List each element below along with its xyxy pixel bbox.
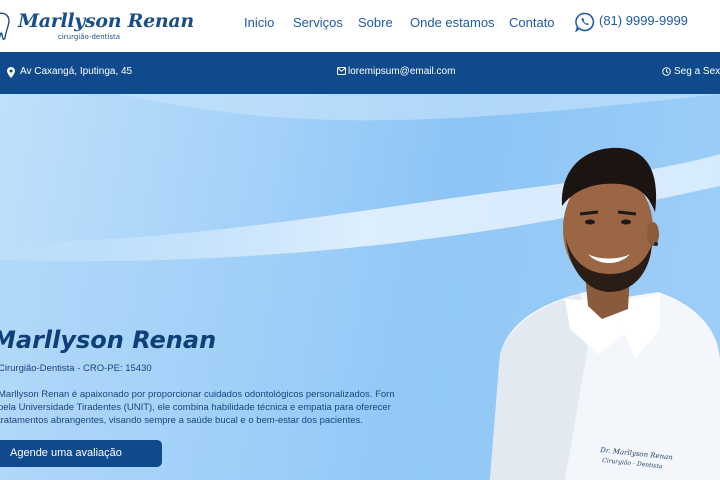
nav-item-contato[interactable]: Contato [509, 15, 555, 30]
hero-section: Marllyson Renan Cirurgião-Dentista - CRO… [0, 94, 720, 480]
info-bar: Av Caxangá, Iputinga, 45 loremipsum@emai… [0, 52, 720, 94]
whatsapp-icon [575, 12, 595, 32]
email-text: loremipsum@email.com [348, 66, 456, 77]
schedule-button-label: Agende uma avaliação [10, 447, 122, 459]
nav-item-servicos[interactable]: Serviços [293, 15, 343, 30]
nav-item-sobre[interactable]: Sobre [358, 15, 393, 30]
hero-title: Marllyson Renan [0, 326, 217, 354]
description-line: Marllyson Renan é apaixonado por proporc… [0, 389, 394, 400]
tooth-icon [0, 12, 10, 41]
clock-icon [662, 67, 671, 76]
site-header: Marllyson Renan cirurgião-dentista Inici… [0, 0, 720, 52]
description-line: tratamentos abrangentes, visando sempre … [0, 415, 363, 426]
nav-item-onde-estamos[interactable]: Onde estamos [410, 15, 495, 30]
mail-icon [337, 67, 346, 75]
phone-contact[interactable]: (81) 9999-9999 [575, 12, 720, 34]
description-line: pela Universidade Tiradentes (UNIT), ele… [0, 402, 391, 413]
address-text: Av Caxangá, Iputinga, 45 [20, 66, 133, 77]
logo-subtitle: cirurgião-dentista [58, 33, 121, 41]
phone-number: (81) 9999-9999 [599, 13, 688, 28]
logo[interactable]: Marllyson Renan cirurgião-dentista [0, 6, 194, 46]
schedule-button[interactable]: Agende uma avaliação [0, 440, 162, 467]
hours-text: Seg a Sexta [674, 66, 720, 77]
location-pin-icon [7, 67, 15, 78]
dentist-photo: Dr. Marllyson Renan Cirurgião - Dentista [490, 147, 720, 480]
hero-subtitle: Cirurgião-Dentista - CRO-PE: 15430 [0, 363, 152, 374]
nav-item-inicio[interactable]: Inicio [244, 15, 274, 30]
hero-description: Marllyson Renan é apaixonado por proporc… [0, 388, 394, 427]
logo-name: Marllyson Renan [18, 10, 194, 32]
